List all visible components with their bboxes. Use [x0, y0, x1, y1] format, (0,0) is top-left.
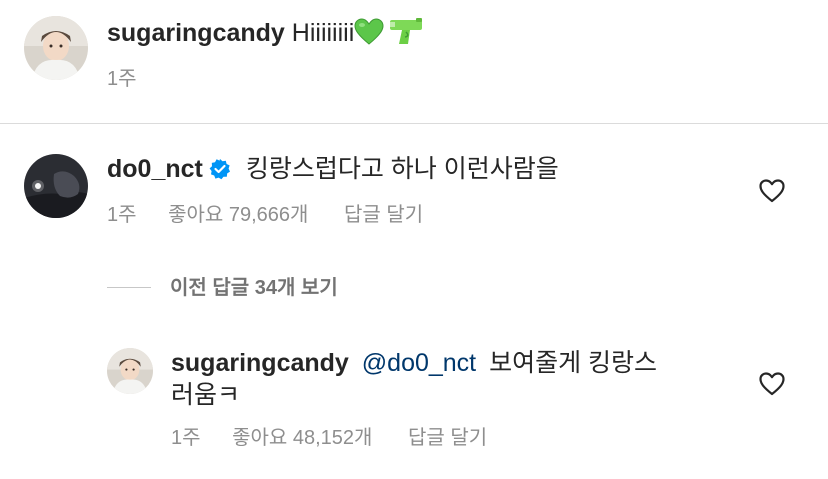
- comment-username[interactable]: do0_nct: [107, 155, 203, 183]
- reply-mention-link[interactable]: @do0_nct: [362, 349, 476, 377]
- water-pistol-icon: [388, 16, 424, 54]
- comment-meta: 1주 좋아요 79,666개 답글 달기: [107, 202, 423, 228]
- reply-text-line1: sugaringcandy @do0_nct 보여줄게 킹랑스: [171, 347, 657, 379]
- avatar-do0-nct[interactable]: [24, 154, 88, 218]
- comment-text: do0_nct 킹랑스럽다고 하나 이런사람을: [107, 153, 559, 185]
- reply-likes[interactable]: 좋아요 48,152개: [232, 425, 372, 451]
- divider: [0, 123, 828, 124]
- reply-body-line1: 보여줄게 킹랑스: [489, 349, 658, 377]
- view-replies-line: [107, 287, 151, 288]
- view-replies-label: 이전 답글 34개 보기: [170, 277, 338, 299]
- reply-meta: 1주 좋아요 48,152개 답글 달기: [171, 425, 487, 451]
- caption-text: sugaringcandy Hiiiiiiii: [107, 16, 424, 54]
- reply-time[interactable]: 1주: [171, 425, 201, 451]
- comment-likes[interactable]: 좋아요 79,666개: [168, 202, 308, 228]
- verified-badge-icon: [209, 156, 231, 180]
- reply-like-heart-icon[interactable]: [759, 372, 785, 396]
- caption-username[interactable]: sugaringcandy: [107, 19, 285, 47]
- comment-body: 킹랑스럽다고 하나 이런사람을: [245, 155, 559, 183]
- green-heart-icon: [354, 18, 384, 54]
- reply-reply-button[interactable]: 답글 달기: [408, 425, 487, 451]
- caption-time[interactable]: 1주: [107, 66, 137, 92]
- caption-body: Hiiiiiiii: [291, 19, 355, 47]
- avatar-sugaringcandy-reply[interactable]: [107, 348, 153, 394]
- comment-like-heart-icon[interactable]: [759, 179, 785, 203]
- reply-username[interactable]: sugaringcandy: [171, 349, 349, 377]
- comment-reply-button[interactable]: 답글 달기: [344, 202, 423, 228]
- view-replies-button[interactable]: 이전 답글 34개 보기: [170, 275, 338, 301]
- reply-body-line2: 러움ㅋ: [171, 381, 241, 409]
- caption-meta: 1주: [107, 66, 137, 92]
- avatar-sugaringcandy[interactable]: [24, 16, 88, 80]
- reply-text-line2: 러움ㅋ: [171, 379, 240, 411]
- comment-time[interactable]: 1주: [107, 202, 137, 228]
